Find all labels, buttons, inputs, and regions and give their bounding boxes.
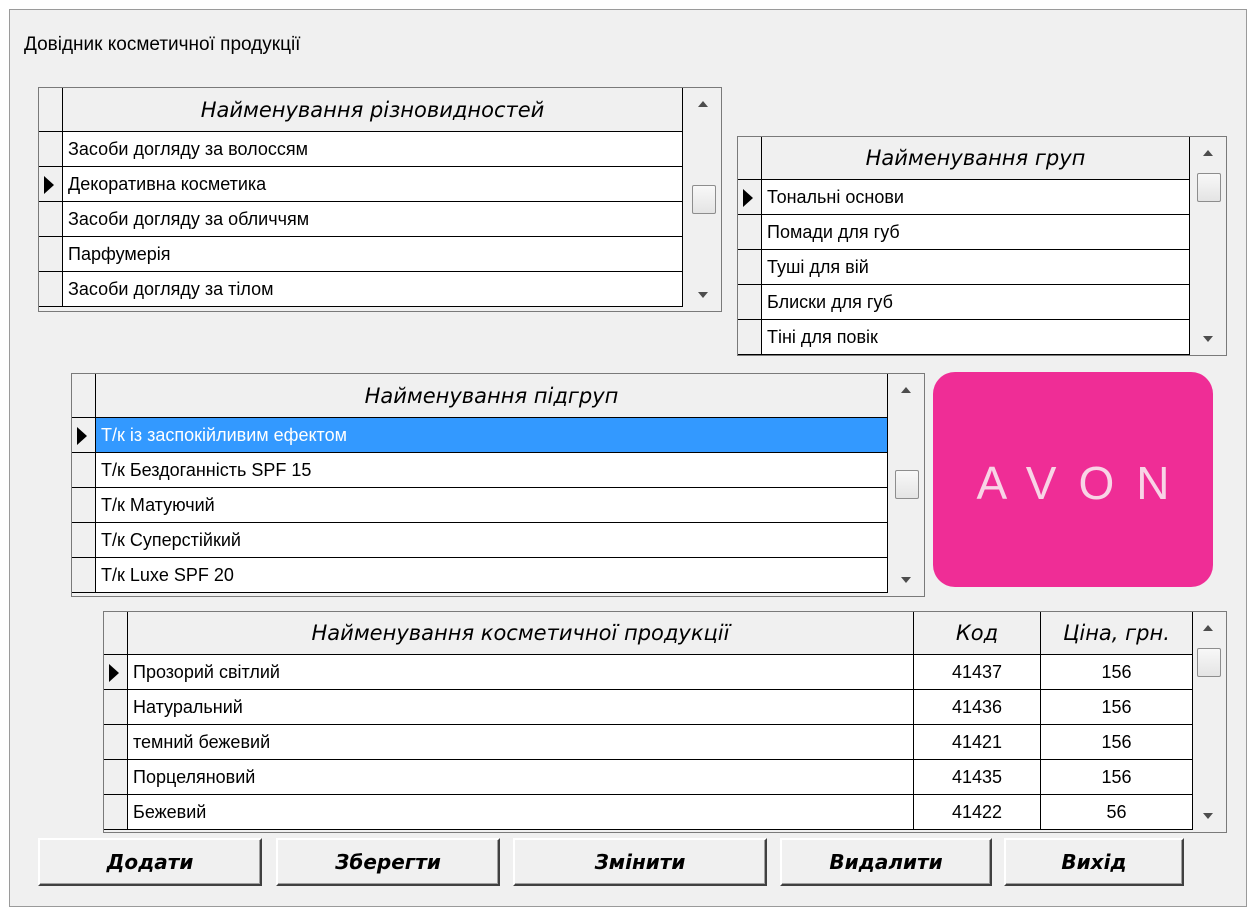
header-indicator-cell bbox=[738, 137, 762, 180]
row-pointer-icon bbox=[743, 189, 753, 207]
row-indicator[interactable] bbox=[39, 202, 63, 237]
row-pointer-icon bbox=[44, 176, 54, 194]
product-code-cell[interactable]: 41436 bbox=[914, 690, 1041, 725]
row-indicator[interactable] bbox=[72, 488, 96, 523]
row-indicator[interactable] bbox=[738, 180, 762, 215]
product-name-header[interactable]: Найменування косметичної продукції bbox=[128, 612, 914, 655]
row-indicator[interactable] bbox=[104, 690, 128, 725]
window-title: Довідник косметичної продукції bbox=[24, 34, 301, 55]
product-price-cell[interactable]: 156 bbox=[1041, 725, 1193, 760]
scroll-up-icon[interactable] bbox=[1203, 150, 1213, 156]
subgroup-name-cell[interactable]: Т/к Суперстійкий bbox=[96, 523, 888, 558]
subgroups-grid[interactable]: Найменування підгруп Т/к із заспокійливим… bbox=[71, 373, 925, 597]
subgroup-name-cell[interactable]: Т/к Luxe SPF 20 bbox=[96, 558, 888, 593]
product-price-cell[interactable]: 156 bbox=[1041, 690, 1193, 725]
scroll-up-icon[interactable] bbox=[1203, 625, 1213, 631]
row-indicator[interactable] bbox=[72, 453, 96, 488]
logo-text: AVON bbox=[976, 457, 1192, 509]
product-name-cell[interactable]: Натуральний bbox=[128, 690, 914, 725]
group-name-cell[interactable]: Блиски для губ bbox=[762, 285, 1190, 320]
row-indicator[interactable] bbox=[104, 760, 128, 795]
scroll-up-icon[interactable] bbox=[698, 101, 708, 107]
product-code-header[interactable]: Код bbox=[914, 612, 1041, 655]
product-name-cell[interactable]: Прозорий світлий bbox=[128, 655, 914, 690]
save-button[interactable]: Зберегти bbox=[276, 838, 500, 886]
row-indicator[interactable] bbox=[104, 795, 128, 830]
scroll-thumb[interactable] bbox=[1197, 648, 1221, 677]
variety-name-header[interactable]: Найменування різновидностей bbox=[63, 88, 683, 132]
add-button[interactable]: Додати bbox=[38, 838, 262, 886]
product-code-cell[interactable]: 41437 bbox=[914, 655, 1041, 690]
product-code-cell[interactable]: 41421 bbox=[914, 725, 1041, 760]
row-indicator[interactable] bbox=[39, 272, 63, 307]
edit-button[interactable]: Змінити bbox=[513, 838, 767, 886]
scroll-thumb[interactable] bbox=[895, 470, 919, 499]
group-name-cell[interactable]: Тональні основи bbox=[762, 180, 1190, 215]
row-pointer-icon bbox=[77, 427, 87, 445]
variety-name-cell[interactable]: Засоби догляду за волоссям bbox=[63, 132, 683, 167]
exit-button[interactable]: Вихід bbox=[1004, 838, 1184, 886]
row-indicator[interactable] bbox=[738, 250, 762, 285]
group-name-cell[interactable]: Помади для губ bbox=[762, 215, 1190, 250]
group-name-cell[interactable]: Тіні для повік bbox=[762, 320, 1190, 355]
product-name-cell[interactable]: Бежевий bbox=[128, 795, 914, 830]
scroll-thumb[interactable] bbox=[1197, 173, 1221, 202]
group-name-header[interactable]: Найменування груп bbox=[762, 137, 1190, 180]
title-bar: Довідник косметичної продукції bbox=[10, 10, 1246, 78]
scroll-down-icon[interactable] bbox=[698, 292, 708, 298]
row-indicator[interactable] bbox=[39, 132, 63, 167]
header-indicator-cell bbox=[72, 374, 96, 418]
row-indicator[interactable] bbox=[72, 558, 96, 593]
header-indicator-cell bbox=[39, 88, 63, 132]
product-name-cell[interactable]: темний бежевий bbox=[128, 725, 914, 760]
variety-name-cell[interactable]: Декоративна косметика bbox=[63, 167, 683, 202]
delete-button[interactable]: Видалити bbox=[780, 838, 992, 886]
header-indicator-cell bbox=[104, 612, 128, 655]
scroll-down-icon[interactable] bbox=[1203, 813, 1213, 819]
product-name-cell[interactable]: Порцеляновий bbox=[128, 760, 914, 795]
scroll-down-icon[interactable] bbox=[901, 577, 911, 583]
vertical-scrollbar[interactable] bbox=[1194, 612, 1224, 832]
row-indicator[interactable] bbox=[738, 320, 762, 355]
product-price-cell[interactable]: 156 bbox=[1041, 760, 1193, 795]
subgroup-name-cell[interactable]: Т/к із заспокійливим ефектом bbox=[96, 418, 888, 453]
variety-name-cell[interactable]: Парфумерія bbox=[63, 237, 683, 272]
product-code-cell[interactable]: 41422 bbox=[914, 795, 1041, 830]
row-indicator[interactable] bbox=[104, 725, 128, 760]
vertical-scrollbar[interactable] bbox=[689, 88, 719, 311]
product-price-cell[interactable]: 156 bbox=[1041, 655, 1193, 690]
row-pointer-icon bbox=[109, 664, 119, 682]
subgroup-name-cell[interactable]: Т/к Матуючий bbox=[96, 488, 888, 523]
scroll-thumb[interactable] bbox=[692, 185, 716, 214]
variety-name-cell[interactable]: Засоби догляду за тілом bbox=[63, 272, 683, 307]
avon-logo: AVON bbox=[933, 372, 1213, 587]
row-indicator[interactable] bbox=[738, 215, 762, 250]
product-code-cell[interactable]: 41435 bbox=[914, 760, 1041, 795]
variety-name-cell[interactable]: Засоби догляду за обличчям bbox=[63, 202, 683, 237]
products-grid[interactable]: Найменування косметичної продукції Код Цін… bbox=[103, 611, 1227, 833]
row-indicator[interactable] bbox=[738, 285, 762, 320]
row-indicator[interactable] bbox=[72, 418, 96, 453]
row-indicator[interactable] bbox=[39, 167, 63, 202]
row-indicator[interactable] bbox=[72, 523, 96, 558]
scroll-down-icon[interactable] bbox=[1203, 336, 1213, 342]
product-price-cell[interactable]: 56 bbox=[1041, 795, 1193, 830]
varieties-grid[interactable]: Найменування різновидностей Засоби догляд… bbox=[38, 87, 722, 312]
subgroup-name-header[interactable]: Найменування підгруп bbox=[96, 374, 888, 418]
subgroup-name-cell[interactable]: Т/к Бездоганність SPF 15 bbox=[96, 453, 888, 488]
product-price-header[interactable]: Ціна, грн. bbox=[1041, 612, 1193, 655]
groups-grid[interactable]: Найменування груп Тональні основи Помади д… bbox=[737, 136, 1227, 356]
vertical-scrollbar[interactable] bbox=[1194, 137, 1224, 355]
scroll-up-icon[interactable] bbox=[901, 387, 911, 393]
vertical-scrollbar[interactable] bbox=[892, 374, 922, 596]
row-indicator[interactable] bbox=[39, 237, 63, 272]
group-name-cell[interactable]: Туші для вій bbox=[762, 250, 1190, 285]
row-indicator[interactable] bbox=[104, 655, 128, 690]
